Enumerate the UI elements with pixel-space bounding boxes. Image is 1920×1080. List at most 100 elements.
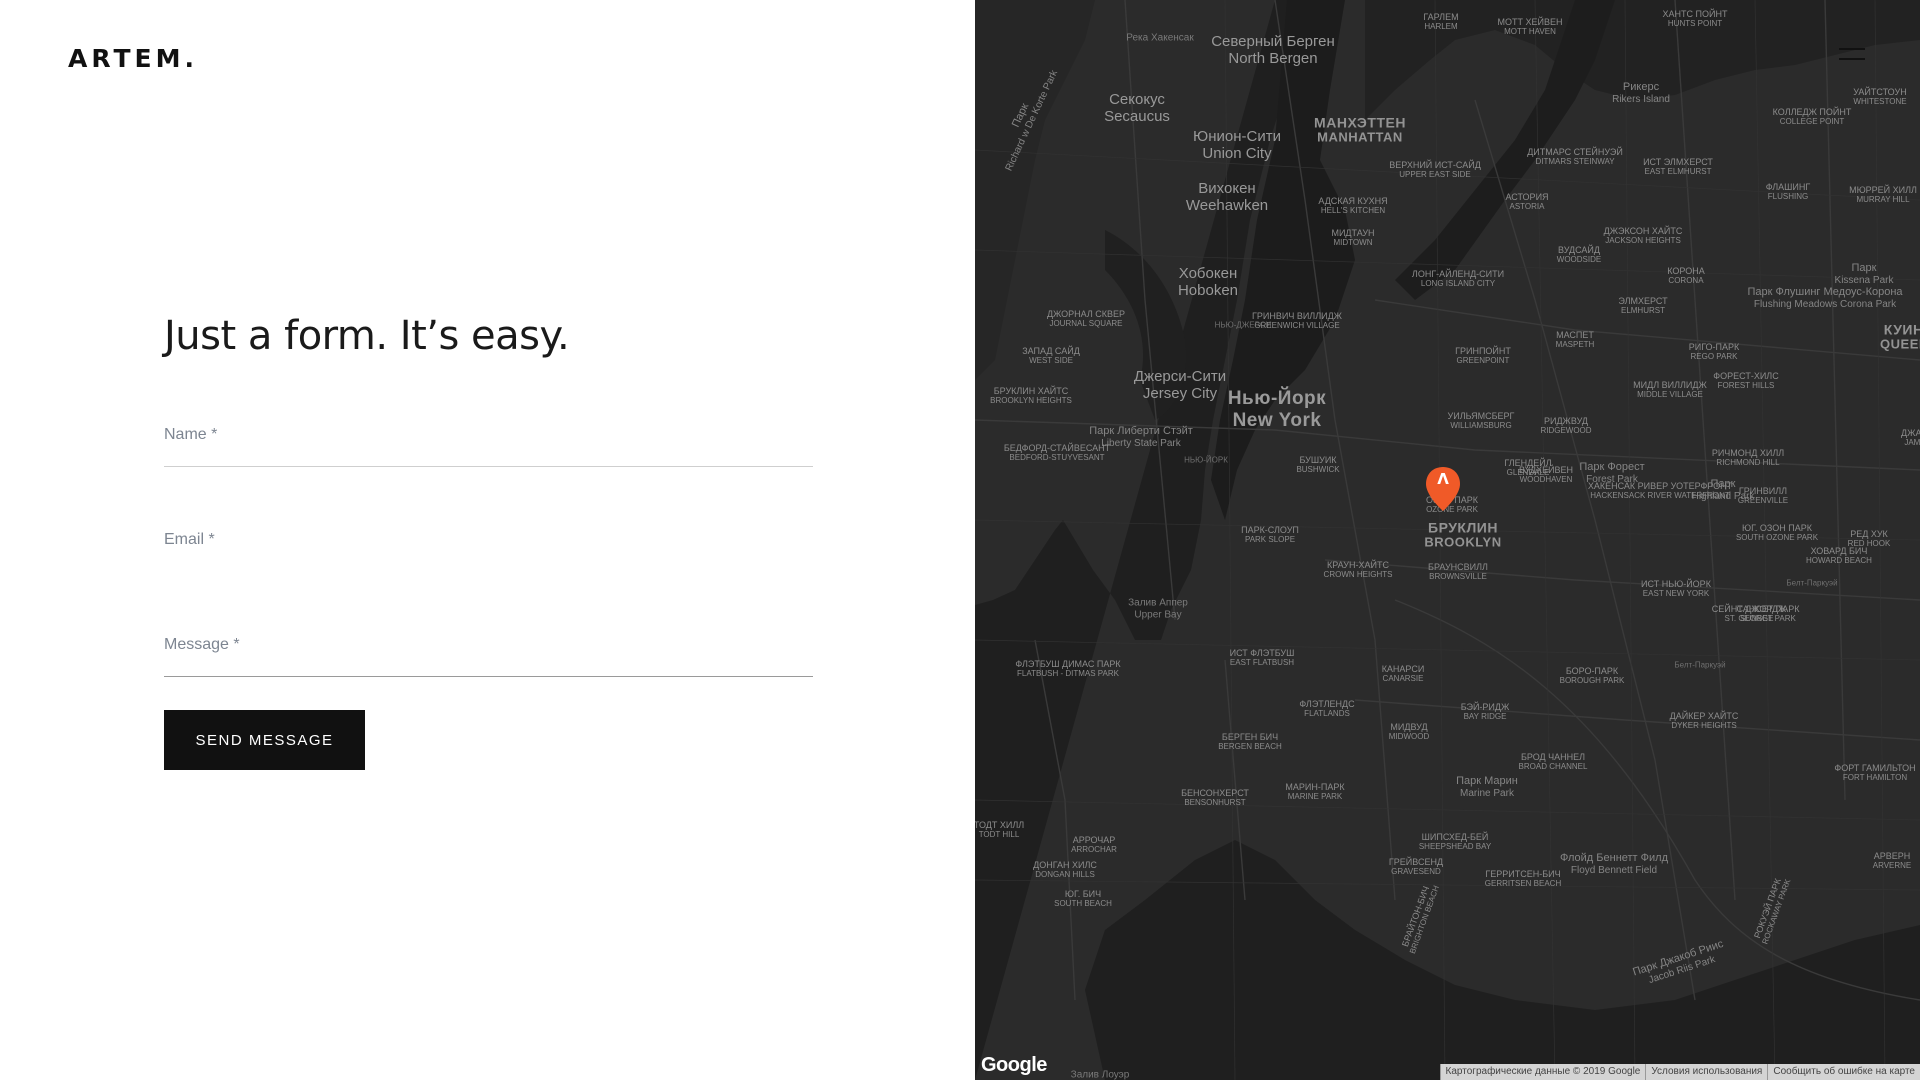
map-label-ru: ВЕРХНИЙ ИСТ-САЙД xyxy=(1389,160,1481,171)
map-label-en: DONGAN HILLS xyxy=(1035,870,1095,880)
map-label: БОРО-ПАРК BOROUGH PARK xyxy=(1560,666,1625,686)
map-label-en: Flushing Meadows Corona Park xyxy=(1753,298,1897,310)
map-label: ВУДСАЙД WOODSIDE xyxy=(1557,245,1601,265)
map-label-ru: АРВЕРН xyxy=(1873,851,1911,862)
map-label: КОРОНА CORONA xyxy=(1667,266,1704,286)
map-label-en: CANARSIE xyxy=(1382,674,1424,684)
map-label: ГРЕЙВСЕНД GRAVESEND xyxy=(1389,857,1443,877)
map-label: БУШУИК BUSHWICK xyxy=(1296,455,1339,475)
form-heading: Just a form. It’s easy. xyxy=(164,313,570,359)
brand-logo[interactable]: ARTEM. xyxy=(68,44,198,73)
map-label-ru: БОРО-ПАРК xyxy=(1565,666,1619,677)
hamburger-menu-icon[interactable] xyxy=(1839,48,1865,62)
map-label-en: Kissena Park xyxy=(1834,274,1894,286)
map-label-ru: Залив Аппер xyxy=(1128,597,1188,609)
map-label-ru: МОТТ ХЕЙВЕН xyxy=(1497,17,1563,28)
map-label-en: JAMA xyxy=(1904,438,1920,448)
map-label-ru: АРРОЧАР xyxy=(1072,835,1116,846)
map-label-en: MIDDLE VILLAGE xyxy=(1637,390,1703,400)
map-label: ФЛЭТБУШ ДИМАС ПАРК FLATBUSH - DITMAS PARK xyxy=(1015,659,1120,679)
map-label-ru: Вихокен xyxy=(1198,179,1256,197)
map-label-ru: ДОНГАН ХИЛС xyxy=(1033,860,1097,871)
map-label-ru: ФОРЕСТ-ХИЛС xyxy=(1713,371,1779,382)
map-label: ЗАПАД САЙД WEST SIDE xyxy=(1022,346,1080,366)
map-label: БЕРГЕН БИЧ BERGEN BEACH xyxy=(1218,732,1282,752)
map-label-en: RIDGEWOOD xyxy=(1540,426,1592,436)
terms-link[interactable]: Условия использования xyxy=(1645,1064,1768,1080)
map-label-ru: МАСПЕТ xyxy=(1556,330,1594,341)
report-map-error-link[interactable]: Сообщить об ошибке на карте xyxy=(1767,1064,1920,1080)
map-label: БЕДФОРД-СТАЙВЕСАНТ BEDFORD-STUYVESANT xyxy=(1004,443,1110,463)
map-label-ru: ТОДТ ХИЛЛ xyxy=(975,820,1025,831)
map-label-en: BENSONHURST xyxy=(1184,798,1246,808)
map-label: ФЛЭТЛЕНДС FLATLANDS xyxy=(1299,699,1354,719)
name-label: Name * xyxy=(164,426,218,443)
map-label-en: Marine Park xyxy=(1460,787,1514,799)
map-label-ru: КАНАРСИ xyxy=(1381,664,1425,675)
map-label-ru: ФЛЭТБУШ ДИМАС ПАРК xyxy=(1015,659,1121,670)
map-label: Река Хакенсак xyxy=(1126,32,1193,44)
map-label-ru: РЕД ХУК xyxy=(1850,529,1888,540)
map-label-ru: ЮГ. БИЧ xyxy=(1064,889,1102,900)
map-label: ГРИНВИЛЛ GREENVILLE xyxy=(1738,486,1788,506)
map-label-ru: Река Хакенсак xyxy=(1126,32,1194,44)
map-label: КОЛЛЕДЖ ПОЙНТ COLLEGE POINT xyxy=(1773,107,1852,127)
map-label-en: MASPETH xyxy=(1555,340,1595,350)
map-label-en: WOODSIDE xyxy=(1556,255,1602,265)
map-label-ru: УАЙТСТОУН xyxy=(1853,87,1907,98)
map-label-ru: Флойд Беннетт Филд xyxy=(1560,851,1668,864)
map-label-ru: Секокус xyxy=(1109,90,1165,108)
map-label-ru: ГЕРРИТСЕН-БИЧ xyxy=(1485,869,1561,880)
map-label-ru: Парк xyxy=(1851,261,1877,274)
map-label-ru: МАНХЭТТЕН xyxy=(1314,114,1406,131)
map-label: РИГО-ПАРК REGO PARK xyxy=(1689,342,1740,362)
map-label-ru: АСТОРИЯ xyxy=(1505,192,1549,203)
map-label-ru: Парк Либерти Стэйт xyxy=(1089,424,1193,437)
map-label: НЬЮ-ЙОРК xyxy=(1184,455,1228,464)
map-label-en: PARK SLOPE xyxy=(1244,535,1296,545)
map-label: ДИТМАРС СТЕЙНУЭЙ DITMARS STEINWAY xyxy=(1527,147,1623,167)
map-label: АРВЕРН ARVERNE xyxy=(1873,851,1912,871)
map-label-ru: МИДТАУН xyxy=(1331,228,1375,239)
map-label: Вихокен Weehawken xyxy=(1186,180,1268,215)
email-label: Email * xyxy=(164,531,215,548)
map-label-ru: ГРИНПОЙНТ xyxy=(1455,346,1511,357)
map-label: МИДЛ ВИЛЛИДЖ MIDDLE VILLAGE xyxy=(1633,380,1707,400)
map-label-en: SUNSET PARK xyxy=(1740,614,1796,624)
map-label-en: MIDWOOD xyxy=(1388,732,1430,742)
google-logo[interactable]: Google xyxy=(981,1054,1047,1077)
map-label: ЮГ. ОЗОН ПАРК SOUTH OZONE PARK xyxy=(1736,523,1818,543)
map-data-attribution: Картографические данные © 2019 Google xyxy=(1439,1064,1646,1080)
map-label: ДАЙКЕР ХАЙТС DYKER HEIGHTS xyxy=(1670,711,1739,731)
map-label-ru: Юнион-Сити xyxy=(1193,127,1281,145)
name-field[interactable]: Name * xyxy=(164,426,813,467)
location-marker[interactable]: Λ xyxy=(1424,465,1462,513)
map-label-en: BAY RIDGE xyxy=(1463,712,1507,722)
email-field[interactable]: Email * xyxy=(164,531,813,572)
map-label-en: New York xyxy=(1232,410,1322,431)
map-label-en: BROOKLYN HEIGHTS xyxy=(990,396,1072,406)
map-label-ru: КУИНС xyxy=(1883,321,1920,338)
message-field[interactable]: Message * xyxy=(164,636,813,677)
map-label-en: BOROUGH PARK xyxy=(1559,676,1625,686)
map-label: Флойд Беннетт Филд Floyd Bennett Field xyxy=(1560,852,1668,876)
map-label-en: SOUTH OZONE PARK xyxy=(1735,533,1819,543)
map-label-en: COLLEGE POINT xyxy=(1779,117,1845,127)
map-label-ru: БРОД ЧАННЕЛ xyxy=(1520,752,1586,763)
map-label-en: GREENVILLE xyxy=(1737,496,1789,506)
map-label: ИСТ ФЛЭТБУШ EAST FLATBUSH xyxy=(1230,648,1295,668)
map-label-ru: БРУКЛИН xyxy=(1428,519,1498,536)
map[interactable]: Нью-Йорк New York МАНХЭТТЕН MANHATTAN БРУКЛИ… xyxy=(975,0,1920,1080)
map-label: ФОРТ ГАМИЛЬТОН FORT HAMILTON xyxy=(1834,763,1915,783)
map-label-ru: ГРИНВИЛЛ xyxy=(1738,486,1788,497)
map-label: ТОДТ ХИЛЛ TODT HILL xyxy=(975,820,1024,840)
map-label-en: DYKER HEIGHTS xyxy=(1671,721,1737,731)
map-label-en: QUEENS xyxy=(1880,336,1920,352)
map-label-en: HOWARD BEACH xyxy=(1806,556,1872,566)
map-label-en: WEST SIDE xyxy=(1029,356,1073,366)
map-label-en: BERGEN BEACH xyxy=(1218,742,1282,752)
map-label: Рикерс Rikers Island xyxy=(1612,81,1670,105)
map-label: ЭЛМХЕРСТ ELMHURST xyxy=(1618,296,1667,316)
send-message-button[interactable]: SEND MESSAGE xyxy=(164,710,365,770)
map-label-ru: МИДВУД xyxy=(1390,722,1428,733)
